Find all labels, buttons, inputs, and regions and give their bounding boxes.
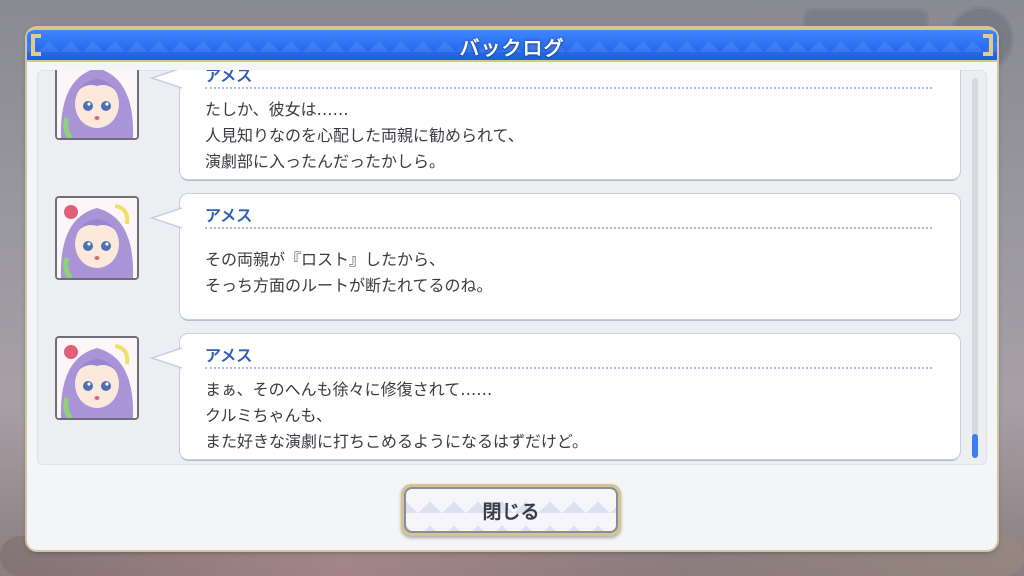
backlog-dialog: バックログ アメス たしか、彼女は…… 人見知りなのを心配した両親に勧められて、… bbox=[27, 28, 997, 550]
log-entry: アメス まぁ、そのへんも徐々に修復されて…… クルミちゃんも、 また好きな演劇に… bbox=[37, 334, 987, 464]
dialogue-bubble: アメス その両親が『ロスト』したから、 そっち方面のルートが断たれてるのね。 bbox=[150, 194, 960, 319]
dialogue-line: まぁ、そのへんも徐々に修復されて…… bbox=[205, 380, 493, 399]
speaker-avatar bbox=[55, 70, 139, 140]
dialogue-line: 人見知りなのを心配した両親に勧められて、 bbox=[205, 126, 524, 145]
speaker-name: アメス bbox=[205, 206, 253, 225]
speaker-divider bbox=[205, 367, 932, 369]
close-button-label: 閉じる bbox=[482, 500, 540, 523]
dialogue-bubble: アメス まぁ、そのへんも徐々に修復されて…… クルミちゃんも、 また好きな演劇に… bbox=[150, 334, 960, 459]
dialogue-bubble: アメス たしか、彼女は…… 人見知りなのを心配した両親に勧められて、 演劇部に入… bbox=[150, 70, 960, 179]
scrollbar[interactable] bbox=[972, 78, 978, 458]
dialogue-line: そっち方面のルートが断たれてるのね。 bbox=[205, 276, 493, 295]
bubble-tail-icon bbox=[150, 347, 182, 369]
scroll-thumb[interactable] bbox=[972, 434, 978, 458]
speaker-divider bbox=[205, 227, 932, 229]
speaker-name: アメス bbox=[205, 70, 253, 85]
dialogue-line: 演劇部に入ったんだったかしら。 bbox=[205, 152, 446, 171]
speaker-name: アメス bbox=[205, 346, 253, 365]
close-button-face: 閉じる bbox=[404, 487, 618, 533]
log-entry: アメス その両親が『ロスト』したから、 そっち方面のルートが断たれてるのね。 bbox=[37, 194, 987, 324]
speaker-avatar bbox=[55, 336, 139, 420]
close-button[interactable]: 閉じる bbox=[401, 484, 621, 536]
dialogue-line: たしか、彼女は…… bbox=[205, 100, 349, 119]
speaker-avatar bbox=[55, 196, 139, 280]
bubble-tail-icon bbox=[150, 70, 182, 89]
dialog-title: バックログ bbox=[459, 36, 565, 60]
log-entry: アメス たしか、彼女は…… 人見知りなのを心配した両親に勧められて、 演劇部に入… bbox=[37, 70, 987, 184]
dialog-title-bar: バックログ bbox=[27, 28, 997, 62]
bubble-tail-icon bbox=[150, 207, 182, 229]
backlog-list[interactable]: アメス たしか、彼女は…… 人見知りなのを心配した両親に勧められて、 演劇部に入… bbox=[37, 70, 987, 465]
dialogue-line: クルミちゃんも、 bbox=[205, 406, 333, 425]
speaker-divider bbox=[205, 87, 932, 89]
dialogue-line: また好きな演劇に打ちこめるようになるはずだけど。 bbox=[205, 432, 589, 451]
dialogue-line: その両親が『ロスト』したから、 bbox=[205, 250, 446, 269]
ornament-right-icon bbox=[983, 34, 993, 56]
